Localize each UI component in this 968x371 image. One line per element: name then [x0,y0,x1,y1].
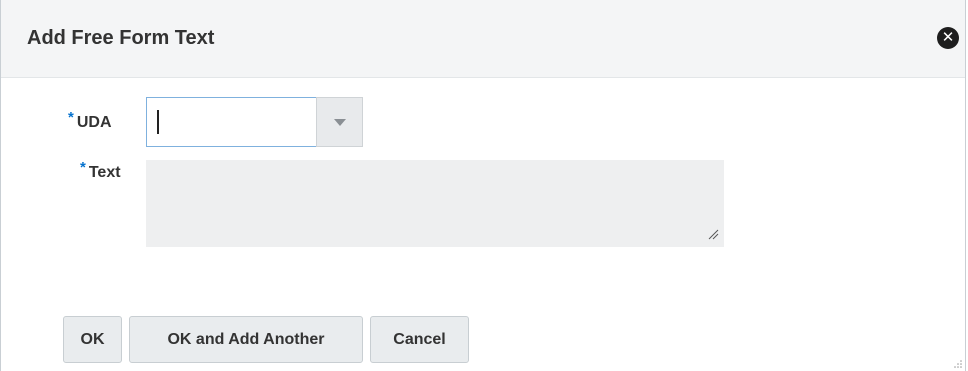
dialog-title: Add Free Form Text [27,27,215,49]
required-marker: * [68,109,74,126]
uda-dropdown-button[interactable] [316,97,363,147]
uda-label: * UDA [68,109,112,132]
text-label: * Text [80,159,121,182]
dialog-header: Add Free Form Text ✕ [1,0,965,78]
uda-input[interactable] [146,97,316,147]
ok-and-add-another-button[interactable]: OK and Add Another [129,316,363,363]
required-marker: * [80,159,86,176]
resize-handle-icon[interactable] [707,228,719,240]
uda-label-text: UDA [76,114,112,131]
text-cursor [157,110,159,134]
ok-button[interactable]: OK [63,316,122,363]
dialog-resize-grip-icon[interactable] [953,358,963,368]
cancel-button[interactable]: Cancel [370,316,469,363]
add-free-form-text-dialog: Add Free Form Text ✕ * UDA * Text OK OK an… [0,0,966,371]
text-textarea[interactable] [146,160,724,247]
text-label-text: Text [88,164,121,181]
chevron-down-icon [334,119,346,126]
close-icon[interactable]: ✕ [937,27,959,49]
